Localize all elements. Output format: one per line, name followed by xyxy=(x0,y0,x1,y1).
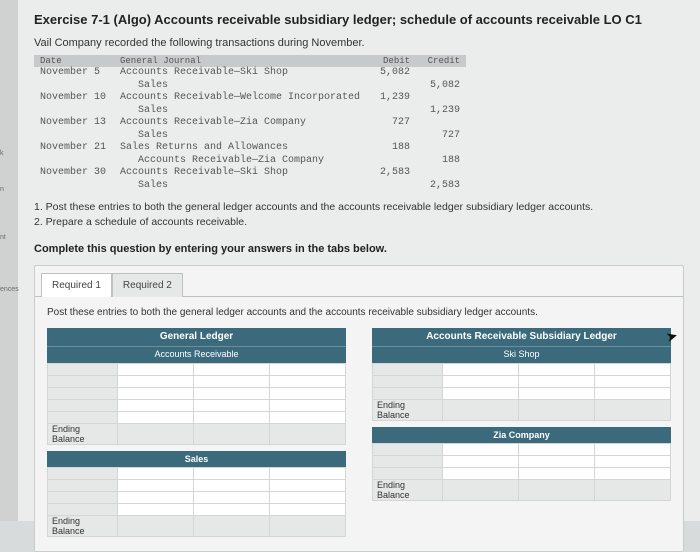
sub-ski-ending-label: Ending Balance xyxy=(373,400,443,421)
journal-row: Sales727 xyxy=(34,130,466,143)
journal-row: Sales5,082 xyxy=(34,80,466,93)
answer-panel: Required 1 Required 2 Post these entries… xyxy=(34,265,684,552)
page-content: Exercise 7-1 (Algo) Accounts receivable … xyxy=(18,0,700,521)
journal-row: November 30Accounts Receivable—Ski Shop2… xyxy=(34,167,466,180)
sub-header: Accounts Receivable Subsidiary Ledger xyxy=(372,328,671,346)
col-credit: Credit xyxy=(416,55,466,67)
col-desc: General Journal xyxy=(114,55,366,67)
general-ledger-column: General Ledger Accounts Receivable Endin… xyxy=(47,328,346,537)
journal-row: November 13Accounts Receivable—Zia Compa… xyxy=(34,117,466,130)
tab-instructions: Complete this question by entering your … xyxy=(34,243,684,255)
journal-row: November 10Accounts Receivable—Welcome I… xyxy=(34,92,466,105)
tab-required-1[interactable]: Required 1 xyxy=(41,273,112,297)
exercise-title: Exercise 7-1 (Algo) Accounts receivable … xyxy=(34,12,684,27)
intro-text: Vail Company recorded the following tran… xyxy=(34,37,684,49)
gl-ar-grid[interactable]: Ending Balance xyxy=(47,363,346,445)
task-instructions: 1. Post these entries to both the genera… xyxy=(34,200,684,229)
gl-ar-ending-label: Ending Balance xyxy=(48,424,118,445)
col-date: Date xyxy=(34,55,114,67)
general-journal-table: Date General Journal Debit Credit Novemb… xyxy=(34,55,466,192)
tab-strip: Required 1 Required 2 xyxy=(35,266,683,296)
sub-ski-grid[interactable]: Ending Balance xyxy=(372,363,671,421)
tab-body: Post these entries to both the general l… xyxy=(35,296,683,551)
gl-account-ar: Accounts Receivable xyxy=(47,346,346,363)
journal-row: Accounts Receivable—Zia Company188 xyxy=(34,155,466,168)
gl-header: General Ledger xyxy=(47,328,346,346)
sub-account-zia: Zia Company xyxy=(372,427,671,443)
journal-row: Sales1,239 xyxy=(34,105,466,118)
sub-zia-grid[interactable]: Ending Balance xyxy=(372,443,671,501)
left-nav-strip: k n nt ences xyxy=(0,0,18,521)
gl-account-sales: Sales xyxy=(47,451,346,467)
sub-zia-ending-label: Ending Balance xyxy=(373,480,443,501)
tab-subtext: Post these entries to both the general l… xyxy=(47,307,671,318)
sub-account-ski: Ski Shop xyxy=(372,346,671,363)
journal-row: Sales2,583 xyxy=(34,180,466,193)
col-debit: Debit xyxy=(366,55,416,67)
gl-sales-ending-label: Ending Balance xyxy=(48,516,118,537)
gl-sales-grid[interactable]: Ending Balance xyxy=(47,467,346,537)
tab-required-2[interactable]: Required 2 xyxy=(112,273,183,297)
journal-row: November 21Sales Returns and Allowances1… xyxy=(34,142,466,155)
journal-row: November 5Accounts Receivable—Ski Shop5,… xyxy=(34,67,466,80)
subsidiary-ledger-column: Accounts Receivable Subsidiary Ledger Sk… xyxy=(372,328,671,537)
